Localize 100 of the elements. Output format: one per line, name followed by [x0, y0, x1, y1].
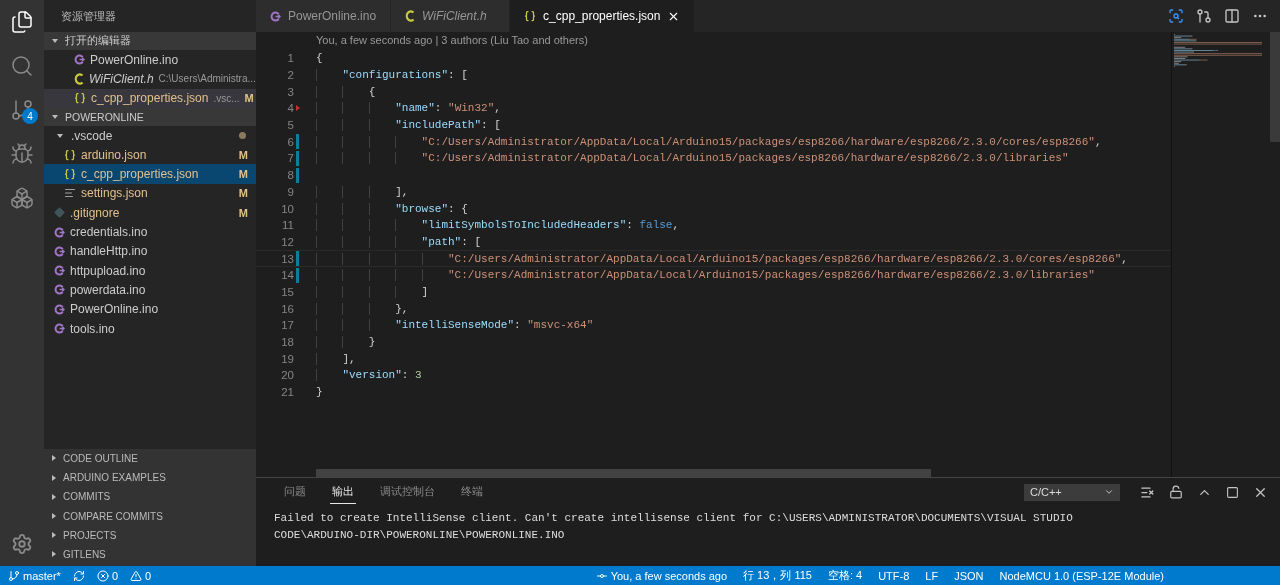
lock-icon[interactable] [1169, 485, 1183, 499]
line-number: 13 [280, 252, 294, 265]
expanded-caret-icon[interactable] [52, 114, 58, 119]
arduino-file-icon [270, 10, 281, 22]
file-tree-item[interactable]: PowerOnline.ino [44, 299, 256, 319]
panel-tab[interactable]: 问题 [282, 480, 308, 504]
section-header[interactable]: COMMITS [44, 487, 256, 507]
section-header[interactable]: 打开的编辑器 [44, 32, 256, 50]
branch-indicator[interactable]: master* [8, 569, 61, 582]
file-tree-item[interactable]: settings.json M [44, 183, 256, 204]
deleted-gutter-mark [296, 105, 300, 112]
dropdown-caret-icon [1104, 487, 1114, 497]
panel-layout-icon[interactable] [1226, 485, 1239, 499]
warning-count[interactable]: 0 [130, 569, 152, 582]
search-file-icon[interactable] [1168, 8, 1184, 24]
file-tree-item[interactable]: c_cpp_properties.json M [44, 164, 256, 184]
warning-icon [130, 569, 143, 582]
line-number: 14 [280, 269, 294, 282]
git-status-letter: M [238, 148, 248, 161]
file-tree-item[interactable]: powerdata.ino [44, 280, 256, 300]
file-path: .vsc... [213, 92, 240, 104]
cursor-position[interactable]: 行 13，列 115 [743, 568, 812, 583]
c-file-icon [405, 10, 416, 22]
braces-icon [64, 168, 76, 181]
output-text: Failed to create IntelliSense client. Can't create intellisense client for C:\USERS\ADMINISTRATOR\DOCUMENTS\VISUAL STUDIO CODE\ARDUINO-DIR\POWERONLINE\POWERONLINE.INO [273, 511, 1074, 543]
section-header[interactable]: GITLENS [44, 544, 256, 564]
count-badge: 4 [22, 108, 38, 124]
blame-annotation: You, a few seconds ago | 3 authors (Liu Tao and others) [315, 34, 589, 48]
collapsed-caret-icon[interactable] [52, 532, 56, 539]
braces-icon [74, 92, 86, 105]
git-status-letter: M [238, 187, 248, 200]
collapsed-caret-icon[interactable] [52, 551, 56, 558]
horizontal-scrollbar[interactable] [316, 469, 931, 477]
collapsed-caret-icon[interactable] [52, 474, 56, 481]
section-header[interactable]: COMPARE COMMITS [44, 506, 256, 526]
source-control-icon[interactable] [10, 98, 34, 122]
language-mode[interactable]: JSON [954, 569, 984, 582]
collapsed-caret-icon[interactable] [52, 455, 56, 462]
settings-icon[interactable] [11, 533, 33, 555]
line-number: 12 [280, 235, 294, 248]
file-tree-item[interactable]: .vscode [44, 125, 256, 146]
line-number: 10 [280, 202, 294, 215]
sync-icon[interactable] [72, 569, 85, 582]
section-header[interactable]: ARDUINO EXAMPLES [44, 468, 256, 488]
line-number: 6 [286, 135, 294, 148]
panel-tab[interactable]: 终端 [459, 480, 485, 504]
open-editor-item[interactable]: c_cpp_properties.json .vsc... M [44, 88, 256, 108]
line-number: 19 [280, 352, 294, 365]
section-header[interactable]: PROJECTS [44, 525, 256, 545]
file-tree-item[interactable]: arduino.json M [44, 145, 256, 165]
vertical-scrollbar[interactable] [1270, 32, 1280, 142]
explorer-icon[interactable] [10, 10, 34, 34]
modified-dot [239, 132, 246, 140]
file-tree-item[interactable]: credentials.ino [44, 222, 256, 242]
editor-tab[interactable]: c_cpp_properties.json [510, 0, 696, 32]
diamond-icon [54, 207, 65, 219]
expanded-caret-icon[interactable] [52, 39, 58, 43]
editor-tab[interactable]: WiFiClient.h [391, 0, 511, 32]
arduino-file-icon [74, 54, 85, 66]
braces-icon [64, 148, 76, 161]
file-tree-item[interactable]: tools.ino [44, 318, 256, 339]
line-number: 9 [286, 185, 294, 198]
arduino-file-icon [54, 226, 65, 238]
collapsed-caret-icon[interactable] [52, 493, 56, 500]
line-number: 21 [280, 386, 294, 399]
arduino-file-icon [54, 303, 65, 315]
extensions-icon[interactable] [10, 186, 34, 210]
line-number: 15 [280, 285, 294, 298]
file-tree-item[interactable]: httpupload.ino [44, 260, 256, 281]
search-icon[interactable] [10, 54, 34, 78]
line-number: 4 [286, 102, 294, 115]
split-editor-icon[interactable] [1224, 8, 1240, 24]
editor-tab[interactable]: PowerOnline.ino [256, 0, 392, 32]
line-number: 17 [280, 319, 294, 332]
file-tree-item[interactable]: handleHttp.ino [44, 241, 256, 261]
git-status-letter: M [244, 92, 254, 105]
board-selector[interactable]: NodeMCU 1.0 (ESP-12E Module) [999, 569, 1164, 582]
error-icon [96, 569, 109, 582]
blame-status[interactable]: You, a few seconds ago [595, 569, 728, 582]
git-compare-icon[interactable] [1196, 8, 1212, 24]
open-editor-item[interactable]: PowerOnline.ino [44, 50, 256, 70]
clear-output-icon[interactable] [1140, 484, 1155, 500]
section-header[interactable]: CODE OUTLINE [44, 448, 256, 469]
git-status-letter: M [238, 168, 248, 181]
file-path: C:\Users\Administra... [158, 73, 256, 85]
line-ending-status[interactable]: LF [925, 569, 939, 582]
panel-tab[interactable]: 调试控制台 [378, 480, 437, 504]
expanded-caret-icon[interactable] [57, 133, 63, 138]
encoding-status[interactable]: UTF-8 [878, 569, 910, 582]
line-number: 1 [286, 52, 294, 65]
open-editor-item[interactable]: WiFiClient.h C:\Users\Administra... [44, 69, 256, 89]
indentation-status[interactable]: 空格: 4 [827, 568, 863, 583]
error-count[interactable]: 0 [96, 569, 119, 582]
panel-tab[interactable]: 输出 [330, 480, 356, 504]
line-number: 18 [280, 336, 294, 349]
c-file-icon [74, 72, 84, 85]
debug-icon[interactable] [10, 142, 34, 166]
output-channel-select[interactable]: C/C++ [1024, 483, 1120, 501]
collapsed-caret-icon[interactable] [52, 513, 56, 520]
file-tree-item[interactable]: .gitignore M [44, 203, 256, 223]
